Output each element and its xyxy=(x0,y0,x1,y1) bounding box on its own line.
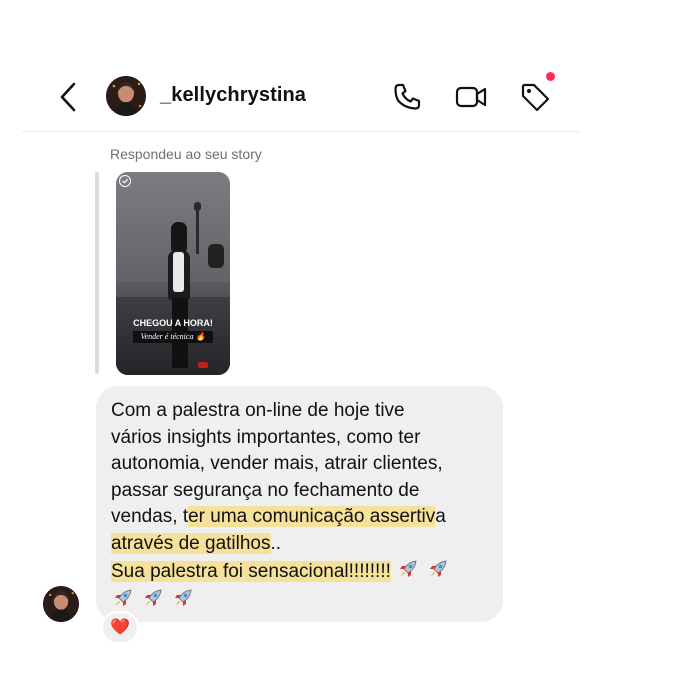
username[interactable]: _kellychrystina xyxy=(160,84,306,107)
reaction-badge[interactable]: ❤️ xyxy=(101,611,139,644)
back-chevron-icon[interactable] xyxy=(56,80,80,114)
check-icon xyxy=(119,175,131,187)
sender-avatar[interactable] xyxy=(43,586,79,622)
notification-dot xyxy=(546,72,555,81)
story-caption-title: CHEGOU A HORA! xyxy=(133,318,213,328)
message-line: a xyxy=(435,506,446,527)
rocket-emoji-icon xyxy=(115,589,132,606)
story-thumbnail[interactable]: CHEGOU A HORA! Vender é técnica 🔥 xyxy=(116,172,230,375)
speaker-shirt xyxy=(173,252,184,292)
speaker-shoes xyxy=(198,362,208,368)
video-call-icon[interactable] xyxy=(454,80,488,114)
reply-indicator-bar xyxy=(95,172,99,374)
highlighted-text: Sua palestra foi sensacional!!!!!!!! xyxy=(111,561,391,582)
highlighted-text: er uma comunicação assertiv xyxy=(188,506,436,527)
tag-icon[interactable] xyxy=(518,80,552,114)
microphone-pole xyxy=(196,206,199,254)
story-caption-subtitle: Vender é técnica 🔥 xyxy=(133,331,213,343)
message-line: vendas, t xyxy=(111,506,189,527)
message-line: Com a palestra on-line de hoje tive xyxy=(111,400,405,421)
rocket-emoji-icon xyxy=(175,589,192,606)
seated-person xyxy=(208,244,224,268)
message-line: vários insights importantes, como ter xyxy=(111,426,421,448)
message-line: autonomia, vender mais, atrair clientes, xyxy=(111,453,443,474)
rocket-emoji-icon xyxy=(430,560,447,577)
speaker-hair xyxy=(171,222,187,252)
heart-icon: ❤️ xyxy=(110,619,130,636)
phone-icon[interactable] xyxy=(390,80,424,114)
highlighted-text: através de gatilhos xyxy=(111,532,271,554)
message-line: .. xyxy=(270,532,282,554)
rocket-emoji-icon xyxy=(145,589,162,606)
message-line: passar segurança no fechamento de xyxy=(111,479,420,501)
story-reply-label: Respondeu ao seu story xyxy=(110,146,262,162)
rocket-emoji-icon xyxy=(400,560,417,577)
message-text: Com a palestra on-line de hoje tive vári… xyxy=(111,398,491,614)
chat-header: _kellychrystina xyxy=(22,64,580,132)
avatar[interactable] xyxy=(106,76,146,116)
